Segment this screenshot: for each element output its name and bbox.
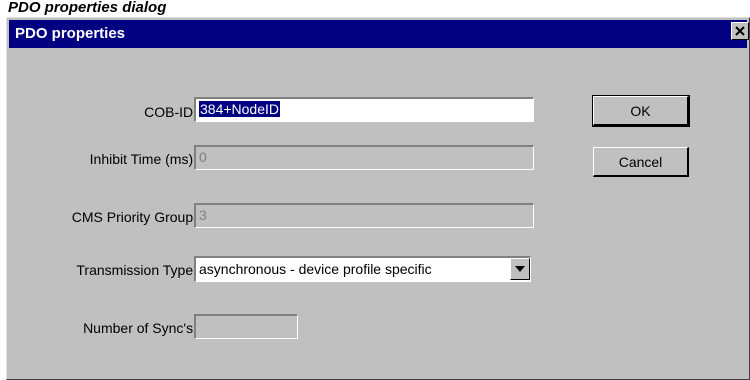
ok-button[interactable]: OK [592,95,690,127]
figure-caption: PDO properties dialog [8,0,167,16]
num-syncs-input[interactable] [194,314,298,339]
close-icon [735,26,745,36]
cob-id-label: COB-ID: [144,104,197,120]
dialog-title: PDO properties [15,25,126,42]
cob-id-value: 384+NodeID [199,101,281,117]
transmission-type-value: asynchronous - device profile specific [199,261,432,277]
cms-priority-input[interactable]: 3 [194,203,534,228]
inhibit-time-input[interactable]: 0 [194,145,534,170]
title-bar[interactable]: PDO properties [9,20,749,48]
pdo-properties-dialog: PDO properties COB-ID: 384+NodeID Inhibi… [6,17,750,380]
num-syncs-label: Number of Sync's: [83,320,197,336]
transmission-type-select[interactable]: asynchronous - device profile specific [194,256,531,282]
transmission-type-label: Transmission Type: [76,262,197,278]
transmission-type-dropdown-button[interactable] [510,258,530,280]
close-button[interactable] [731,22,749,40]
cob-id-input[interactable]: 384+NodeID [194,97,534,122]
cms-priority-label: CMS Priority Group: [71,209,197,225]
cancel-button[interactable]: Cancel [593,147,689,177]
inhibit-time-label: Inhibit Time (ms): [89,151,197,167]
chevron-down-icon [515,266,525,272]
